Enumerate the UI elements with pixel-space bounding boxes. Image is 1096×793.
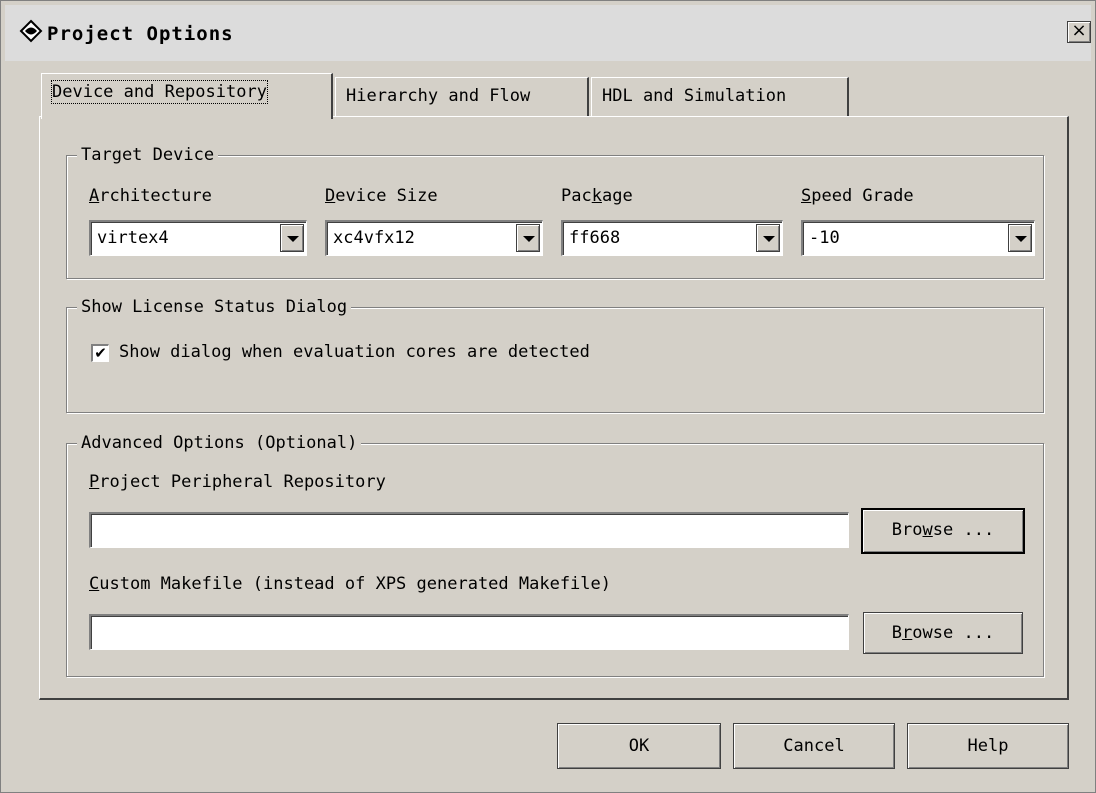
tab-device-and-repository[interactable]: Device and Repository: [41, 73, 333, 119]
selected-value: ff668: [569, 228, 621, 248]
help-button[interactable]: Help: [907, 723, 1069, 769]
speed-grade-select[interactable]: -10: [801, 220, 1035, 256]
ok-button[interactable]: OK: [557, 723, 721, 769]
cancel-button[interactable]: Cancel: [733, 723, 895, 769]
chevron-down-icon[interactable]: [516, 224, 540, 252]
project-options-dialog: Project Options × Device and Repository …: [0, 0, 1096, 793]
tab-label: Hierarchy and Flow: [346, 86, 531, 106]
package-label: Package: [561, 186, 633, 206]
tab-label: Device and Repository: [51, 80, 268, 104]
package-select[interactable]: ff668: [561, 220, 783, 256]
title-bar[interactable]: Project Options ×: [5, 5, 1091, 61]
browse-repository-button[interactable]: Browse ...: [861, 508, 1025, 554]
show-dialog-checkbox[interactable]: ✔: [91, 344, 109, 362]
device-size-select[interactable]: xc4vfx12: [325, 220, 543, 256]
tab-hdl-and-simulation[interactable]: HDL and Simulation: [591, 77, 849, 117]
tab-hierarchy-and-flow[interactable]: Hierarchy and Flow: [335, 77, 589, 117]
license-status-group: Show License Status Dialog ✔ Show dialog…: [66, 297, 1044, 413]
app-diamond-icon: [19, 19, 43, 43]
selected-value: xc4vfx12: [333, 228, 415, 248]
group-title: Target Device: [77, 145, 219, 165]
window-title: Project Options: [47, 23, 234, 45]
repository-label: Project Peripheral Repository: [89, 472, 386, 492]
chevron-down-icon[interactable]: [280, 224, 304, 252]
repository-path-input[interactable]: [89, 512, 849, 548]
selected-value: virtex4: [97, 228, 169, 248]
selected-value: -10: [809, 228, 840, 248]
tab-panel: Target Device Architecture virtex4 Devic…: [39, 116, 1069, 700]
browse-makefile-button[interactable]: Browse ...: [863, 612, 1023, 654]
device-size-label: Device Size: [325, 186, 438, 206]
speed-grade-label: Speed Grade: [801, 186, 914, 206]
chevron-down-icon[interactable]: [756, 224, 780, 252]
group-title: Advanced Options (Optional): [77, 433, 362, 453]
advanced-options-group: Advanced Options (Optional) Project Peri…: [66, 433, 1044, 677]
architecture-label: Architecture: [89, 186, 212, 206]
makefile-path-input[interactable]: [89, 614, 849, 650]
target-device-group: Target Device Architecture virtex4 Devic…: [66, 145, 1044, 279]
close-button[interactable]: ×: [1067, 21, 1091, 43]
makefile-label: Custom Makefile (instead of XPS generate…: [89, 574, 611, 594]
show-dialog-checkbox-label[interactable]: Show dialog when evaluation cores are de…: [119, 342, 590, 362]
chevron-down-icon[interactable]: [1008, 224, 1032, 252]
architecture-select[interactable]: virtex4: [89, 220, 307, 256]
group-title: Show License Status Dialog: [77, 297, 352, 317]
tab-label: HDL and Simulation: [602, 86, 787, 106]
